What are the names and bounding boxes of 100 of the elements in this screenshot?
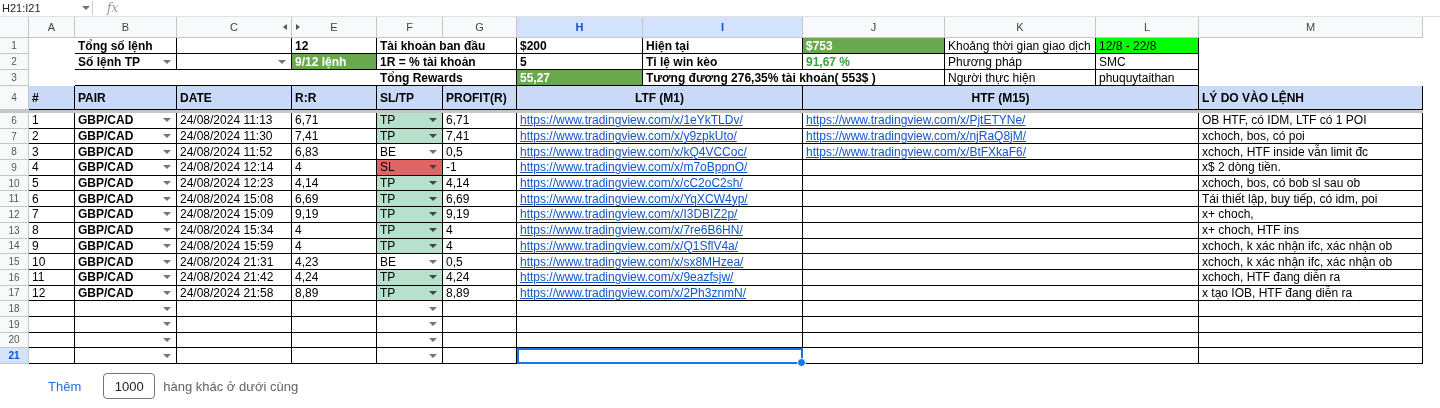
empty-dropdown[interactable]	[377, 348, 443, 364]
status-dropdown[interactable]: TP	[377, 113, 443, 129]
pair-dropdown[interactable]: GBP/CAD	[75, 144, 177, 161]
chart-link[interactable]: https://www.tradingview.com/x/m7oBppnO/	[520, 160, 748, 175]
chart-link[interactable]: https://www.tradingview.com/x/2Ph3znmN/	[520, 285, 747, 300]
dropdown-caret-icon[interactable]	[163, 275, 171, 280]
status-dropdown[interactable]: BE	[377, 254, 443, 270]
column-header[interactable]: B	[75, 17, 177, 38]
row-header[interactable]: 9	[0, 160, 29, 176]
dropdown-caret-icon[interactable]	[429, 165, 437, 170]
chart-link[interactable]: https://www.tradingview.com/x/njRaQ8jM/	[806, 129, 1027, 144]
dropdown-caret-icon[interactable]	[278, 59, 286, 64]
dropdown-caret-icon[interactable]	[429, 196, 437, 201]
dropdown-caret-icon[interactable]	[163, 59, 171, 64]
row-header[interactable]: 21	[0, 348, 29, 364]
empty-dropdown[interactable]	[75, 348, 177, 364]
selected-cell[interactable]	[517, 348, 803, 364]
row-header[interactable]: 1	[0, 38, 29, 54]
dropdown-caret-icon[interactable]	[429, 149, 437, 154]
dropdown-caret-icon[interactable]	[429, 353, 437, 358]
dropdown-caret-icon[interactable]	[163, 181, 171, 186]
column-header[interactable]: I	[643, 17, 803, 38]
chart-link[interactable]: https://www.tradingview.com/x/7re6B6HN/	[520, 223, 743, 238]
chart-link[interactable]: https://www.tradingview.com/x/YqXCW4yp/	[520, 191, 748, 206]
add-rows-button[interactable]: Thêm	[48, 378, 82, 394]
empty-dropdown[interactable]	[75, 332, 177, 349]
column-header[interactable]: L	[1096, 17, 1199, 38]
column-header[interactable]: E	[292, 17, 377, 38]
dropdown-caret-icon[interactable]	[429, 228, 437, 233]
empty-dropdown[interactable]	[377, 316, 443, 333]
dropdown-caret-icon[interactable]	[163, 118, 171, 123]
dropdown-caret-icon[interactable]	[429, 290, 437, 295]
chart-link[interactable]: https://www.tradingview.com/x/Q1SflV4a/	[520, 238, 739, 253]
dropdown-caret-icon[interactable]	[429, 243, 437, 248]
status-dropdown[interactable]: TP	[377, 191, 443, 208]
dropdown-caret-icon[interactable]	[163, 337, 171, 342]
fill-handle[interactable]	[797, 358, 806, 367]
left-arrow-icon[interactable]	[283, 24, 287, 30]
pair-dropdown[interactable]: GBP/CAD	[75, 238, 177, 255]
pair-dropdown[interactable]: GBP/CAD	[75, 113, 177, 129]
row-header[interactable]: 12	[0, 207, 29, 223]
status-dropdown[interactable]: SL	[377, 160, 443, 176]
dropdown-caret-icon[interactable]	[429, 337, 437, 342]
row-header[interactable]: 4	[0, 86, 29, 110]
summary-dropdown[interactable]: Số lệnh TP	[75, 54, 177, 70]
dropdown-caret-icon[interactable]	[429, 275, 437, 280]
column-header[interactable]: H	[517, 17, 643, 38]
pair-dropdown[interactable]: GBP/CAD	[75, 207, 177, 223]
row-header[interactable]: 11	[0, 191, 29, 208]
chart-link[interactable]: https://www.tradingview.com/x/kQ4VCCoc/	[520, 144, 747, 159]
dropdown-caret-icon[interactable]	[429, 306, 437, 311]
row-header[interactable]: 8	[0, 144, 29, 161]
status-dropdown[interactable]: TP	[377, 207, 443, 223]
status-dropdown[interactable]: BE	[377, 144, 443, 161]
row-header[interactable]: 2	[0, 54, 29, 70]
empty-dropdown[interactable]	[377, 332, 443, 349]
row-header[interactable]: 3	[0, 70, 29, 86]
pair-dropdown[interactable]: GBP/CAD	[75, 160, 177, 176]
dropdown-caret-icon[interactable]	[429, 181, 437, 186]
dropdown-caret-icon[interactable]	[163, 306, 171, 311]
dropdown-caret-icon[interactable]	[163, 212, 171, 217]
chart-link[interactable]: https://www.tradingview.com/x/BtFXkaF6/	[806, 144, 1027, 159]
chart-link[interactable]: https://www.tradingview.com/x/cC2oC2sh/	[520, 176, 743, 191]
dropdown-caret-icon[interactable]	[429, 212, 437, 217]
empty-dropdown[interactable]	[377, 301, 443, 317]
chart-link[interactable]: https://www.tradingview.com/x/PjtETYNe/	[806, 113, 1026, 128]
dropdown-caret-icon[interactable]	[82, 6, 90, 10]
pair-dropdown[interactable]: GBP/CAD	[75, 191, 177, 208]
pair-dropdown[interactable]: GBP/CAD	[75, 254, 177, 270]
row-header[interactable]: 6	[0, 113, 29, 129]
chart-link[interactable]: https://www.tradingview.com/x/sx8MHzea/	[520, 254, 744, 269]
column-header[interactable]: M	[1199, 17, 1423, 38]
dropdown-caret-icon[interactable]	[163, 149, 171, 154]
column-header[interactable]: G	[443, 17, 517, 38]
column-header[interactable]: C	[177, 17, 292, 38]
chart-link[interactable]: https://www.tradingview.com/x/9eazfsjw/	[520, 270, 734, 285]
chart-link[interactable]: https://www.tradingview.com/x/I3DBIZ2p/	[520, 207, 738, 222]
dropdown-caret-icon[interactable]	[163, 134, 171, 139]
pair-dropdown[interactable]: GBP/CAD	[75, 285, 177, 302]
pair-dropdown[interactable]: GBP/CAD	[75, 175, 177, 192]
right-arrow-icon[interactable]	[296, 24, 300, 30]
name-box[interactable]: H21:I21	[0, 2, 82, 14]
dropdown-caret-icon[interactable]	[163, 353, 171, 358]
row-count-field[interactable]: 1000	[103, 373, 156, 399]
dropdown-caret-icon[interactable]	[163, 196, 171, 201]
dropdown-caret-icon[interactable]	[163, 228, 171, 233]
pair-dropdown[interactable]: GBP/CAD	[75, 269, 177, 286]
dropdown-caret-icon[interactable]	[429, 259, 437, 264]
dropdown-caret-icon[interactable]	[429, 134, 437, 139]
dropdown-caret-icon[interactable]	[163, 322, 171, 327]
column-header[interactable]: F	[377, 17, 443, 38]
dropdown-caret-icon[interactable]	[429, 118, 437, 123]
chart-link[interactable]: https://www.tradingview.com/x/1eYkTLDv/	[520, 113, 743, 128]
column-header[interactable]: J	[803, 17, 945, 38]
dropdown-caret-icon[interactable]	[429, 322, 437, 327]
dropdown-caret-icon[interactable]	[163, 259, 171, 264]
chart-link[interactable]: https://www.tradingview.com/x/y9zpkUto/	[520, 129, 737, 144]
empty-dropdown[interactable]	[75, 316, 177, 333]
column-header[interactable]: A	[29, 17, 75, 38]
dropdown-caret-icon[interactable]	[163, 243, 171, 248]
